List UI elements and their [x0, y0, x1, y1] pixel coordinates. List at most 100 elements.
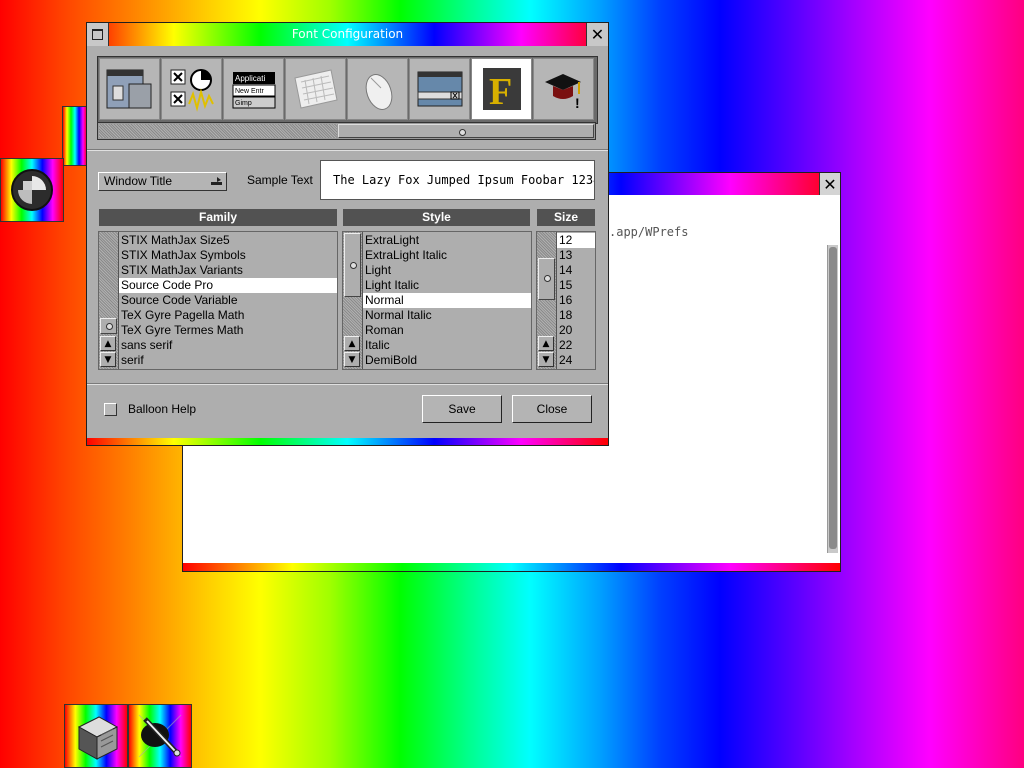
save-button[interactable]: Save	[422, 395, 502, 423]
background-window-close-button[interactable]: ✕	[819, 173, 840, 195]
dock-tile-wprefs[interactable]	[128, 704, 192, 768]
windows-handling-icon	[106, 69, 151, 109]
list-item[interactable]: 14	[557, 263, 595, 278]
terminal-cube-icon	[77, 716, 119, 760]
list-item-selected[interactable]: Normal	[363, 293, 531, 308]
list-item[interactable]: 20	[557, 323, 595, 338]
list-item[interactable]: Roman	[363, 323, 531, 338]
list-item[interactable]: 16	[557, 293, 595, 308]
partial-desktop-icon[interactable]	[62, 106, 88, 166]
scrollbar-thumb[interactable]	[538, 258, 555, 300]
scroll-down-button[interactable]: ▼	[538, 352, 554, 367]
list-item[interactable]: Source Code Variable	[119, 293, 337, 308]
font-configuration-dialog: Font Configuration ✕ Applicati New Entr …	[86, 22, 609, 446]
list-item[interactable]: ExtraLight	[363, 233, 531, 248]
background-window-scrollbar[interactable]	[827, 245, 838, 553]
list-item[interactable]: 15	[557, 278, 595, 293]
scroll-up-button[interactable]: ▲	[538, 336, 554, 351]
dialog-titlebar[interactable]: Font Configuration ✕	[87, 23, 608, 46]
list-item[interactable]: serif	[119, 353, 337, 368]
scroll-up-button[interactable]: ▲	[100, 336, 116, 351]
svg-text:New Entr: New Entr	[235, 88, 264, 95]
size-list[interactable]: ▲ ▼ 12 13 14 15 16 18 20 22 24	[536, 231, 596, 370]
list-item[interactable]: Normal Italic	[363, 308, 531, 323]
size-items: 12 13 14 15 16 18 20 22 24	[557, 233, 595, 368]
scrollbar-thumb[interactable]	[100, 318, 117, 334]
expert-settings-icon: !	[544, 74, 581, 111]
keyboard-icon	[293, 69, 338, 109]
family-header: Family	[99, 209, 337, 226]
scrollbar-thumb[interactable]	[344, 233, 361, 297]
scroll-down-button[interactable]: ▼	[100, 352, 116, 367]
list-item[interactable]: DemiBold	[363, 353, 531, 368]
scrollbar-trough[interactable]	[99, 124, 337, 138]
list-item-selected[interactable]: Source Code Pro	[119, 278, 337, 293]
toolbar-appearance[interactable]	[409, 58, 470, 120]
popup-arrow-icon	[211, 177, 222, 185]
list-item[interactable]: TeX Gyre Termes Math	[119, 323, 337, 338]
separator	[87, 383, 608, 385]
toolbar-menu-preferences[interactable]: Applicati New Entr Gimp	[223, 58, 284, 120]
list-item[interactable]: STIX MathJax Size5	[119, 233, 337, 248]
toolbar-window-actions[interactable]	[161, 58, 222, 120]
sample-text-label: Sample Text	[247, 173, 313, 187]
scroll-up-button[interactable]: ▲	[344, 336, 360, 351]
wprefs-tools-icon	[138, 714, 182, 758]
toolbar-font-configuration[interactable]: F	[471, 58, 532, 120]
family-list[interactable]: ▲ ▼ STIX MathJax Size5 STIX MathJax Symb…	[98, 231, 338, 370]
style-list[interactable]: ▲ ▼ ExtraLight ExtraLight Italic Light L…	[342, 231, 532, 370]
size-header: Size	[537, 209, 595, 226]
list-item[interactable]: ExtraLight Italic	[363, 248, 531, 263]
style-header: Style	[343, 209, 530, 226]
wmaker-app-icon[interactable]	[0, 158, 64, 222]
size-list-scrollbar[interactable]: ▲ ▼	[537, 232, 557, 369]
style-items: ExtraLight ExtraLight Italic Light Light…	[363, 233, 531, 368]
list-item[interactable]: Light Italic	[363, 278, 531, 293]
toolbar-expert-settings[interactable]: !	[533, 58, 594, 120]
dock-tile-terminal[interactable]	[64, 704, 128, 768]
list-item[interactable]: 22	[557, 338, 595, 353]
preferences-icon-strip: Applicati New Entr Gimp F !	[97, 56, 598, 124]
font-target-value: Window Title	[104, 174, 173, 188]
svg-text:F: F	[489, 71, 512, 113]
icon-strip-scrollbar[interactable]	[97, 122, 596, 140]
close-button[interactable]: Close	[512, 395, 592, 423]
toolbar-keyboard[interactable]	[285, 58, 346, 120]
list-item[interactable]: 18	[557, 308, 595, 323]
svg-text:Gimp: Gimp	[235, 100, 252, 107]
menu-preferences-icon: Applicati New Entr Gimp	[232, 72, 275, 109]
dialog-close-button[interactable]: ✕	[586, 23, 608, 46]
balloon-help-label: Balloon Help	[128, 402, 197, 416]
toolbar-mouse[interactable]	[347, 58, 408, 120]
family-list-scrollbar[interactable]: ▲ ▼	[99, 232, 119, 369]
close-icon: ✕	[823, 174, 837, 194]
scroll-down-button[interactable]: ▼	[344, 352, 360, 367]
miniaturize-button[interactable]	[87, 23, 109, 46]
list-item[interactable]: STIX MathJax Symbols	[119, 248, 337, 263]
style-list-scrollbar[interactable]: ▲ ▼	[343, 232, 363, 369]
wmaker-logo-icon	[11, 169, 53, 211]
list-item[interactable]: TeX Gyre Pagella Math	[119, 308, 337, 323]
mouse-icon	[365, 74, 392, 110]
list-item[interactable]: 24	[557, 353, 595, 368]
list-item[interactable]: sans serif	[119, 338, 337, 353]
list-item-selected[interactable]: 12	[557, 233, 595, 248]
dialog-resizebar[interactable]	[87, 438, 608, 445]
sample-text-field[interactable]: The Lazy Fox Jumped Ipsum Foobar 1234	[320, 160, 595, 200]
scrollbar-thumb[interactable]	[338, 124, 594, 138]
family-items: STIX MathJax Size5 STIX MathJax Symbols …	[119, 233, 337, 368]
font-configuration-icon: F	[482, 68, 521, 113]
list-item[interactable]: Italic	[363, 338, 531, 353]
window-actions-icon	[170, 69, 214, 112]
background-window-resizebar[interactable]	[183, 563, 840, 571]
list-item[interactable]: 13	[557, 248, 595, 263]
svg-text:Applicati: Applicati	[235, 74, 265, 83]
list-item[interactable]: STIX MathJax Variants	[119, 263, 337, 278]
dialog-title: Font Configuration	[291, 27, 404, 41]
balloon-help-checkbox[interactable]	[104, 403, 117, 416]
miniaturize-icon	[92, 29, 103, 40]
scrollbar-thumb[interactable]	[829, 247, 837, 549]
list-item[interactable]: Light	[363, 263, 531, 278]
toolbar-windows-handling[interactable]	[99, 58, 160, 120]
font-target-popup[interactable]: Window Title	[98, 172, 227, 191]
